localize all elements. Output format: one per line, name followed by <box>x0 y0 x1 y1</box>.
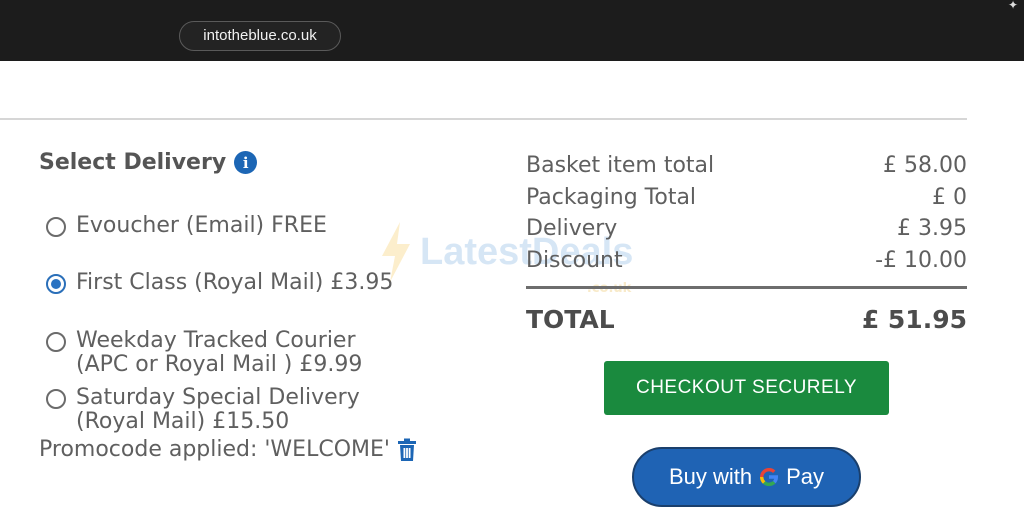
summary-value: £ 58.00 <box>883 153 967 178</box>
promocode-text: Promocode applied: 'WELCOME' <box>39 437 390 462</box>
gpay-suffix: Pay <box>786 464 825 489</box>
option-label: Evoucher (Email) FREE <box>76 213 327 238</box>
radio-first-class[interactable] <box>46 274 66 294</box>
summary-value: £ 0 <box>932 184 967 210</box>
option-label: First Class (Royal Mail) £3.95 <box>76 270 394 295</box>
summary-row-packaging: Packaging Total £ 0 <box>526 182 967 214</box>
order-summary: Basket item total £ 58.00 Packaging Tota… <box>526 150 967 334</box>
summary-total: TOTAL £ 51.95 <box>526 305 967 334</box>
delivery-option-evoucher[interactable]: Evoucher (Email) FREE <box>46 214 327 238</box>
radio-saturday[interactable] <box>46 389 66 409</box>
summary-label: Delivery <box>526 216 618 241</box>
option-label: Weekday Tracked Courier <box>76 328 356 353</box>
corner-icon: ✦ <box>1008 0 1019 12</box>
radio-weekday-courier[interactable] <box>46 332 66 352</box>
delivery-option-first-class[interactable]: First Class (Royal Mail) £3.95 <box>46 271 393 295</box>
summary-label: Discount <box>526 247 623 273</box>
option-sublabel: (APC or Royal Mail ) £9.99 <box>76 352 363 377</box>
google-pay-button[interactable]: Buy with Pay <box>632 447 861 507</box>
summary-row-delivery: Delivery £ 3.95 <box>526 213 967 245</box>
summary-label: Packaging Total <box>526 184 697 210</box>
promocode-status: Promocode applied: 'WELCOME' <box>39 437 418 462</box>
gpay-prefix: Buy with <box>668 464 753 489</box>
option-label: Saturday Special Delivery <box>76 385 360 410</box>
radio-evoucher[interactable] <box>46 217 66 237</box>
trash-icon[interactable] <box>396 438 418 462</box>
delivery-option-saturday[interactable]: Saturday Special Delivery (Royal Mail) £… <box>46 386 360 434</box>
option-sublabel: (Royal Mail) £15.50 <box>76 409 290 434</box>
checkout-button[interactable]: CHECKOUT SECURELY <box>604 361 889 415</box>
summary-value: -£ 10.00 <box>875 247 967 273</box>
google-g-icon <box>760 467 779 487</box>
delivery-heading: Select Delivery i <box>39 150 258 175</box>
total-value: £ 51.95 <box>861 305 967 334</box>
url-pill[interactable]: intotheblue.co.uk <box>179 21 341 51</box>
delivery-option-weekday-courier[interactable]: Weekday Tracked Courier (APC or Royal Ma… <box>46 329 362 377</box>
summary-row-basket: Basket item total £ 58.00 <box>526 150 967 182</box>
summary-value: £ 3.95 <box>897 216 967 241</box>
info-icon[interactable]: i <box>234 151 258 174</box>
summary-row-discount: Discount -£ 10.00 <box>526 245 967 277</box>
browser-top-bar: intotheblue.co.uk ✦ <box>0 0 1024 61</box>
summary-divider <box>526 286 967 289</box>
section-divider <box>0 118 967 120</box>
page-title: Select Delivery <box>39 150 227 175</box>
summary-label: Basket item total <box>526 153 715 178</box>
total-label: TOTAL <box>526 305 615 334</box>
